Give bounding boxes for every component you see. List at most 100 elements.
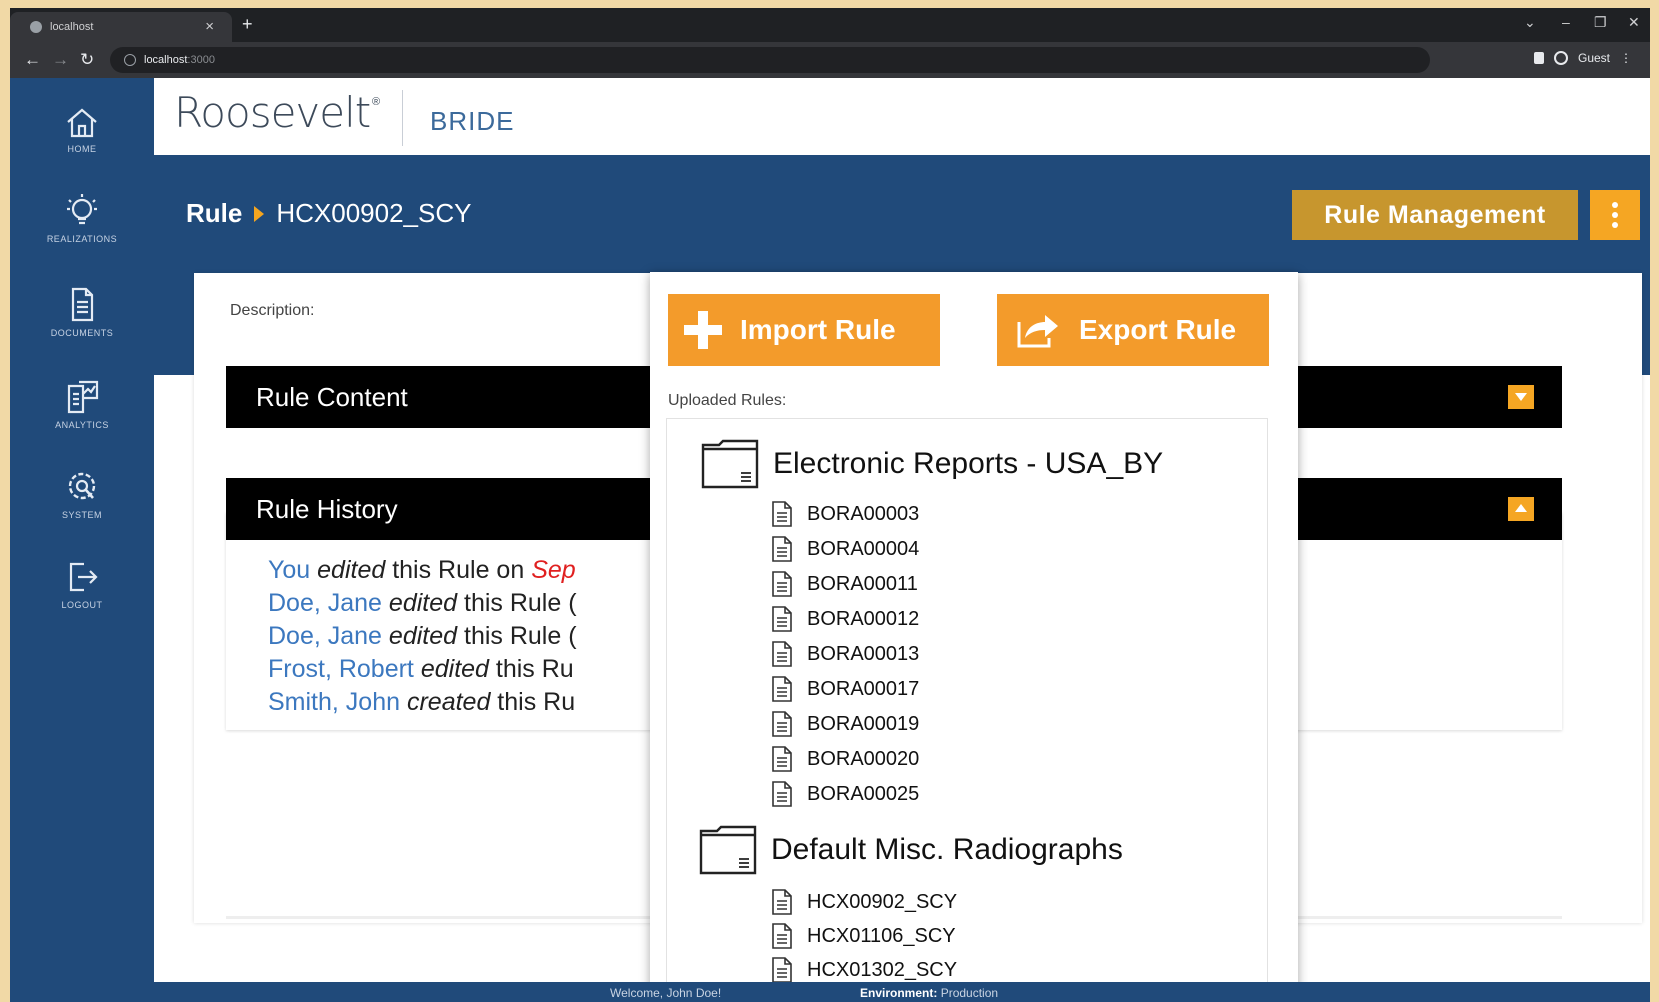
file-icon — [772, 536, 792, 562]
file-name: HCX01106_SCY — [807, 924, 956, 947]
file-icon — [772, 641, 792, 667]
file-item[interactable]: HCX00902_SCY — [771, 889, 957, 915]
forward-icon[interactable]: → — [52, 50, 69, 70]
file-icon — [772, 746, 792, 772]
file-icon — [772, 923, 792, 949]
file-item[interactable]: BORA00011 — [771, 571, 918, 597]
history-entry: Frost, Robert edited this Ru — [268, 653, 577, 686]
product-name: BRIDE — [430, 106, 515, 136]
file-item[interactable]: HCX01302_SCY — [771, 957, 957, 983]
breadcrumb-rule[interactable]: Rule — [186, 198, 242, 229]
sidebar-label-logout: LOGOUT — [61, 600, 103, 610]
history-user[interactable]: Doe, Jane — [268, 622, 382, 650]
browser-tab[interactable]: localhost × — [10, 12, 232, 42]
more-options-icon[interactable] — [1590, 190, 1640, 240]
file-item[interactable]: BORA00025 — [771, 781, 919, 807]
restore-icon[interactable]: ❐ — [1594, 14, 1607, 31]
rule-content-title: Rule Content — [256, 381, 408, 412]
file-name: BORA00012 — [807, 607, 920, 630]
browser-toolbar: ← → ↻ localhost:3000 Guest ⋮ — [10, 42, 1650, 78]
history-date: Sep — [531, 556, 576, 584]
file-item[interactable]: HCX01106_SCY — [771, 923, 956, 949]
history-verb: edited — [420, 655, 489, 683]
menu-icon[interactable]: ⋮ — [1620, 51, 1632, 65]
description-label: Description: — [230, 302, 315, 319]
folder-icon — [701, 439, 759, 489]
logout-icon — [69, 562, 98, 592]
environment-status: Environment: Production — [860, 986, 998, 1000]
folder-name: Electronic Reports - USA_BY — [773, 447, 1164, 480]
sidebar-item-documents[interactable]: DOCUMENTS — [10, 286, 154, 338]
close-window-icon[interactable]: ✕ — [1628, 14, 1640, 31]
file-item[interactable]: BORA00017 — [771, 676, 919, 702]
url-host: localhost — [144, 54, 188, 66]
history-user[interactable]: Frost, Robert — [268, 655, 414, 683]
site-info-icon[interactable] — [124, 54, 136, 66]
collapse-icon[interactable] — [1508, 497, 1534, 521]
tab-search-icon[interactable]: ⌄ — [1524, 14, 1536, 31]
file-item[interactable]: BORA00004 — [771, 536, 919, 562]
reload-icon[interactable]: ↻ — [80, 50, 94, 70]
file-name: BORA00013 — [807, 642, 920, 665]
minimize-icon[interactable]: – — [1562, 14, 1570, 30]
folder-item[interactable]: Electronic Reports - USA_BY — [701, 439, 1163, 489]
new-tab-button[interactable]: + — [242, 14, 253, 35]
file-item[interactable]: BORA00012 — [771, 606, 919, 632]
history-text: this Rule ( — [457, 589, 577, 617]
rule-management-button[interactable]: Rule Management — [1292, 190, 1578, 240]
environment-value: Production — [940, 986, 999, 1000]
sidebar-label-home: HOME — [67, 144, 97, 154]
back-icon[interactable]: ← — [24, 50, 41, 70]
file-name: BORA00003 — [807, 502, 920, 525]
history-user[interactable]: You — [268, 556, 310, 584]
app-header: Roosevelt ® BRIDE — [154, 78, 1650, 155]
history-entry: Doe, Jane edited this Rule ( — [268, 620, 577, 653]
breadcrumb-current: HCX00902_SCY — [276, 198, 472, 228]
expand-icon[interactable] — [1508, 385, 1534, 409]
sidebar-label-documents: DOCUMENTS — [50, 328, 114, 338]
history-entry: You edited this Rule on Sep — [268, 554, 577, 587]
file-name: BORA00025 — [807, 782, 920, 805]
file-name: BORA00017 — [807, 677, 920, 700]
history-user[interactable]: Doe, Jane — [268, 589, 382, 617]
environment-label: Environment: — [860, 986, 938, 1000]
sidebar-item-system[interactable]: SYSTEM — [10, 468, 154, 520]
file-item[interactable]: BORA00020 — [771, 746, 919, 772]
history-user[interactable]: Smith, John — [268, 688, 400, 716]
address-bar[interactable]: localhost:3000 — [110, 47, 1430, 73]
file-icon — [772, 957, 792, 983]
file-name: BORA00020 — [807, 747, 920, 770]
file-item[interactable]: BORA00013 — [771, 641, 919, 667]
folder-item[interactable]: Default Misc. Radiographs — [699, 825, 1123, 875]
file-icon — [772, 571, 792, 597]
sidebar-item-home[interactable]: HOME — [10, 106, 154, 154]
file-icon — [772, 676, 792, 702]
export-rule-button[interactable]: Export Rule — [997, 294, 1269, 366]
header-divider — [402, 90, 403, 146]
file-icon — [772, 781, 792, 807]
analytics-icon — [67, 380, 99, 414]
close-tab-icon[interactable]: × — [205, 18, 214, 35]
file-icon — [772, 711, 792, 737]
import-rule-label: Import Rule — [740, 314, 896, 345]
history-text: this Ru — [490, 688, 576, 716]
sidebar-item-realizations[interactable]: REALIZATIONS — [10, 192, 154, 244]
export-rule-label: Export Rule — [1079, 314, 1237, 345]
profile-icon[interactable] — [1553, 51, 1568, 65]
document-icon — [71, 287, 94, 322]
file-name: HCX01302_SCY — [807, 958, 958, 981]
file-item[interactable]: BORA00019 — [771, 711, 919, 737]
tab-title: localhost — [50, 21, 94, 33]
url-port: :3000 — [187, 54, 215, 66]
import-rule-button[interactable]: Import Rule — [668, 294, 940, 366]
breadcrumb-arrow-icon — [254, 205, 265, 222]
file-item[interactable]: BORA00003 — [771, 501, 919, 527]
sidebar: HOME REALIZATIONS DOCUMENTS ANALYTICS SY… — [10, 78, 154, 1002]
logo-registered-mark: ® — [372, 96, 381, 108]
sidebar-item-analytics[interactable]: ANALYTICS — [10, 378, 154, 430]
file-icon — [772, 606, 792, 632]
home-icon — [67, 108, 97, 138]
profile-label[interactable]: Guest — [1578, 51, 1610, 65]
sidebar-item-logout[interactable]: LOGOUT — [10, 558, 154, 610]
sidepanel-icon[interactable] — [1533, 52, 1544, 64]
